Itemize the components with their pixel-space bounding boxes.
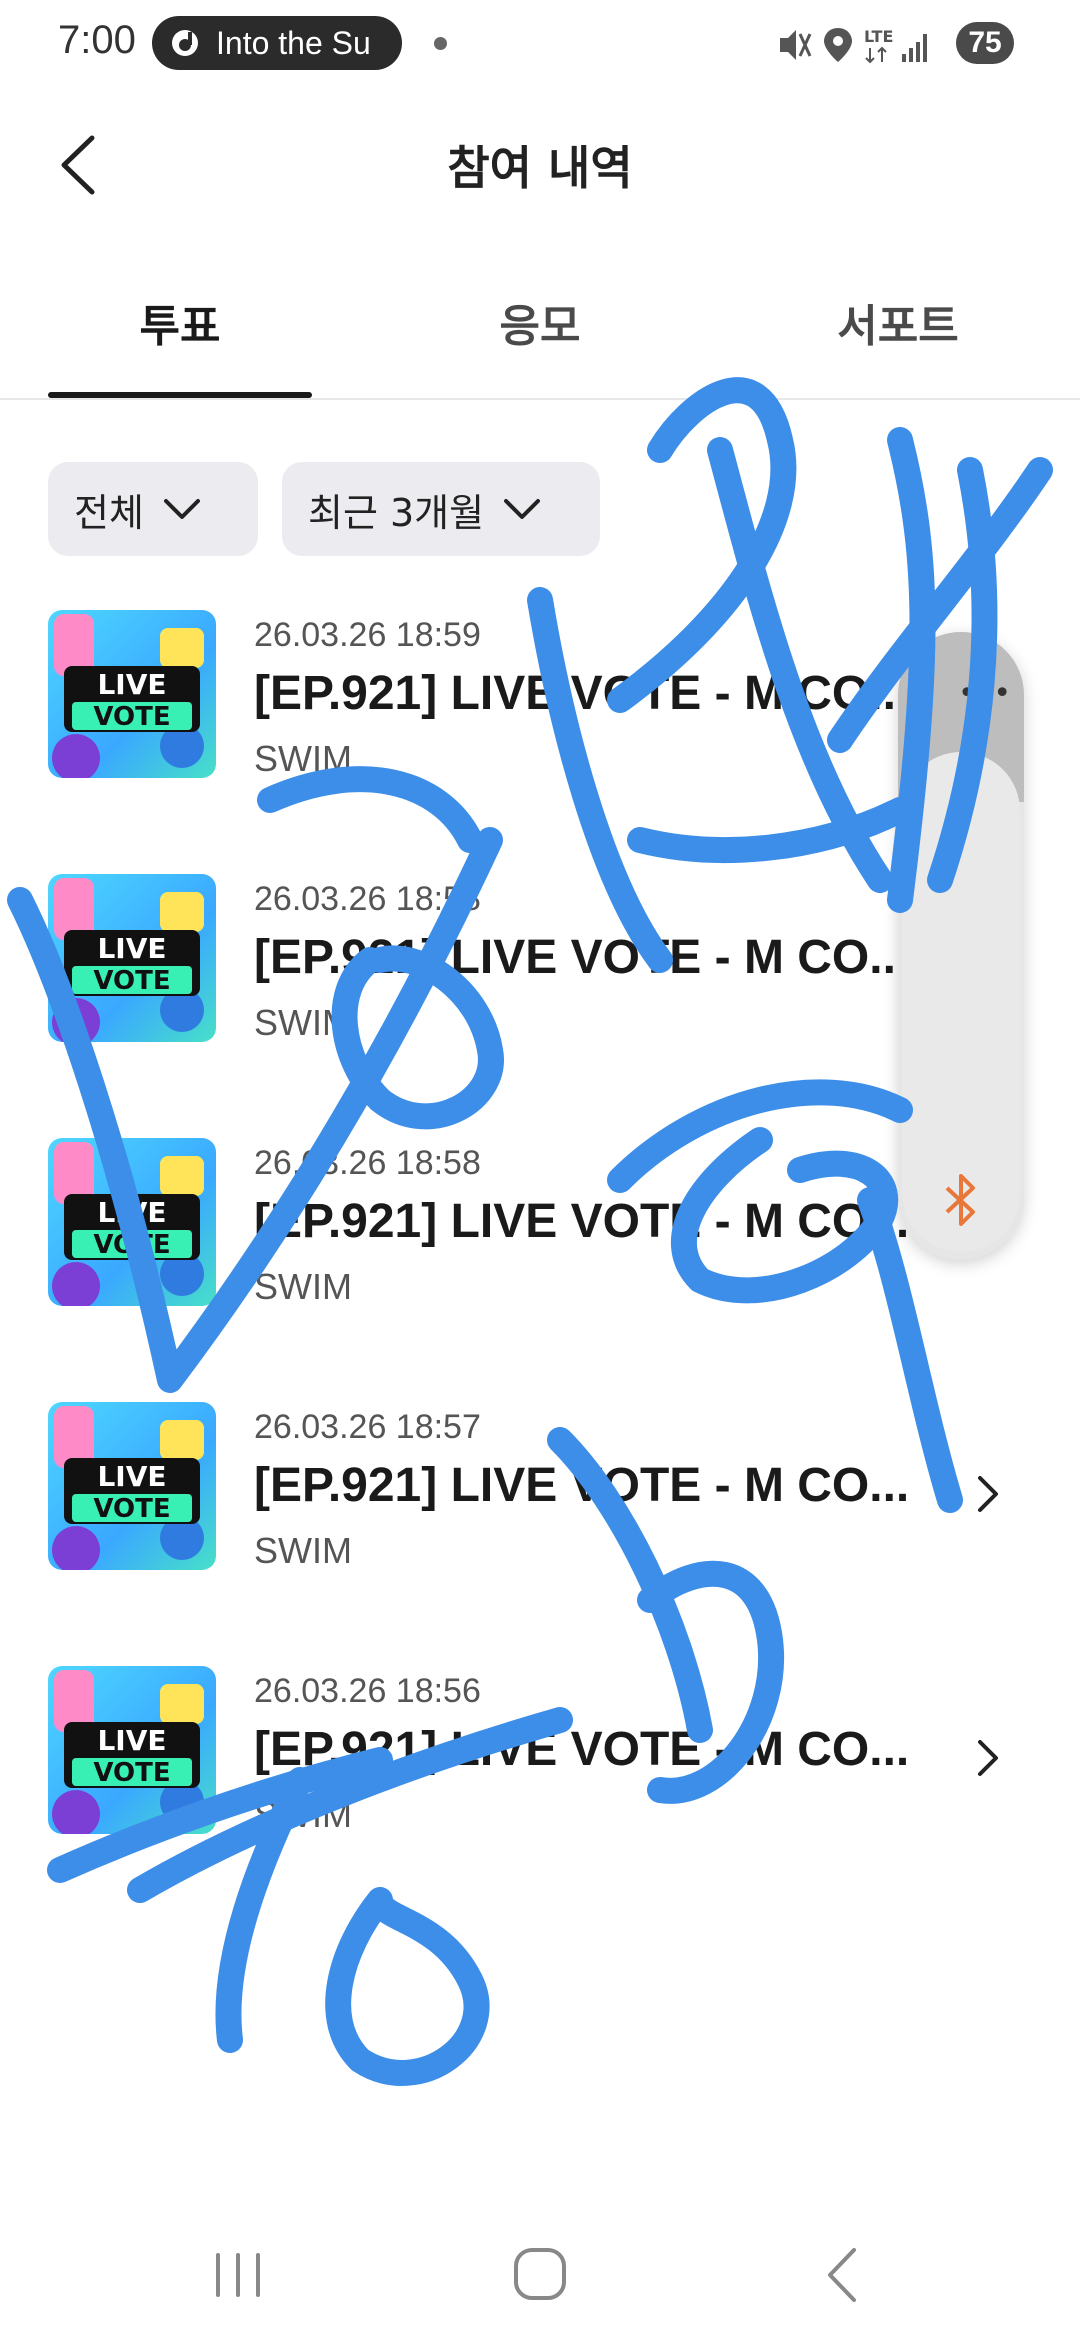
thumb-label-2: VOTE bbox=[93, 1230, 170, 1260]
signal-icon bbox=[902, 34, 927, 62]
thumb-label-2: VOTE bbox=[93, 1494, 170, 1524]
thumb-label-1: LIVE bbox=[97, 932, 166, 965]
system-nav-bar bbox=[0, 2220, 1080, 2340]
status-bar: 7:00 Into the Su LTE 75 bbox=[0, 0, 1080, 90]
thumb-label-1: LIVE bbox=[97, 1460, 166, 1493]
recent-apps-button[interactable] bbox=[198, 2240, 278, 2310]
live-vote-thumbnail: LIVE VOTE bbox=[48, 1666, 216, 1834]
live-vote-thumbnail: LIVE VOTE bbox=[48, 610, 216, 778]
location-icon bbox=[824, 28, 852, 62]
floating-side-panel[interactable] bbox=[898, 632, 1024, 1260]
item-title: [EP.921] LIVE VOTE - M CO... bbox=[254, 1459, 910, 1512]
lte-icon: LTE bbox=[864, 27, 893, 64]
item-subtitle: SWIM bbox=[254, 1266, 352, 1307]
recent-apps-icon bbox=[216, 2253, 260, 2297]
svg-text:LTE: LTE bbox=[864, 27, 893, 46]
home-button[interactable] bbox=[500, 2240, 580, 2310]
tab-bar: 투표 응모 서포트 bbox=[0, 280, 1080, 400]
item-subtitle: SWIM bbox=[254, 738, 352, 779]
chevron-right-icon bbox=[978, 1740, 998, 1776]
chevron-right-icon bbox=[978, 1476, 998, 1512]
item-subtitle: SWIM bbox=[254, 1002, 352, 1043]
type-filter-dropdown[interactable]: 전체 bbox=[48, 462, 258, 556]
item-title: [EP.921] LIVE VOTE - M CO... bbox=[254, 931, 910, 984]
live-vote-thumbnail: LIVE VOTE bbox=[48, 1138, 216, 1306]
list-item[interactable]: LIVE VOTE 26.03.26 18:56 [EP.921] LIVE V… bbox=[0, 1666, 1080, 1930]
home-icon bbox=[514, 2248, 566, 2300]
divider bbox=[0, 398, 1080, 400]
item-title: [EP.921] LIVE VOTE - M CO... bbox=[254, 1195, 910, 1248]
thumb-label-2: VOTE bbox=[93, 1758, 170, 1788]
live-vote-thumbnail: LIVE VOTE bbox=[48, 874, 216, 1042]
period-filter-label: 최근 3개월 bbox=[308, 490, 485, 535]
item-date: 26.03.26 18:59 bbox=[254, 616, 481, 654]
chevron-left-icon bbox=[828, 2248, 856, 2302]
item-date: 26.03.26 18:56 bbox=[254, 1672, 481, 1710]
item-title: [EP.921] LIVE VOTE - M CO... bbox=[254, 1723, 910, 1776]
media-pill-text: Into the Su bbox=[216, 25, 371, 61]
bluetooth-icon[interactable] bbox=[937, 1172, 985, 1228]
item-date: 26.03.26 18:57 bbox=[254, 1408, 481, 1446]
battery-indicator: 75 bbox=[956, 22, 1014, 64]
music-note-icon bbox=[172, 30, 198, 56]
chevron-down-icon bbox=[163, 499, 200, 519]
tab-entry[interactable]: 응모 bbox=[408, 290, 672, 354]
item-date: 26.03.26 18:58 bbox=[254, 1144, 481, 1182]
item-subtitle: SWIM bbox=[254, 1794, 352, 1835]
type-filter-label: 전체 bbox=[74, 490, 144, 535]
tab-vote[interactable]: 투표 bbox=[48, 290, 312, 354]
status-time: 7:00 bbox=[58, 18, 136, 62]
thumb-label-2: VOTE bbox=[93, 702, 170, 732]
more-dots-icon[interactable]: ••• bbox=[958, 676, 1011, 711]
thumb-label-1: LIVE bbox=[97, 1724, 166, 1757]
period-filter-dropdown[interactable]: 최근 3개월 bbox=[282, 462, 600, 556]
tab-support[interactable]: 서포트 bbox=[766, 290, 1030, 354]
item-subtitle: SWIM bbox=[254, 1530, 352, 1571]
thumb-label-1: LIVE bbox=[97, 668, 166, 701]
media-pill[interactable]: Into the Su bbox=[152, 16, 402, 70]
item-title: [EP.921] LIVE VOTE - M CO... bbox=[254, 667, 910, 720]
thumb-label-1: LIVE bbox=[97, 1196, 166, 1229]
notification-dot bbox=[434, 37, 447, 50]
mute-icon bbox=[780, 30, 812, 60]
chevron-down-icon bbox=[504, 499, 541, 519]
nav-back-button[interactable] bbox=[802, 2240, 882, 2310]
status-icons: LTE bbox=[780, 27, 927, 64]
page-title: 참여 내역 bbox=[447, 141, 633, 195]
item-date: 26.03.26 18:58 bbox=[254, 880, 481, 918]
list-item[interactable]: LIVE VOTE 26.03.26 18:57 [EP.921] LIVE V… bbox=[0, 1402, 1080, 1666]
thumb-label-2: VOTE bbox=[93, 966, 170, 996]
live-vote-thumbnail: LIVE VOTE bbox=[48, 1402, 216, 1570]
